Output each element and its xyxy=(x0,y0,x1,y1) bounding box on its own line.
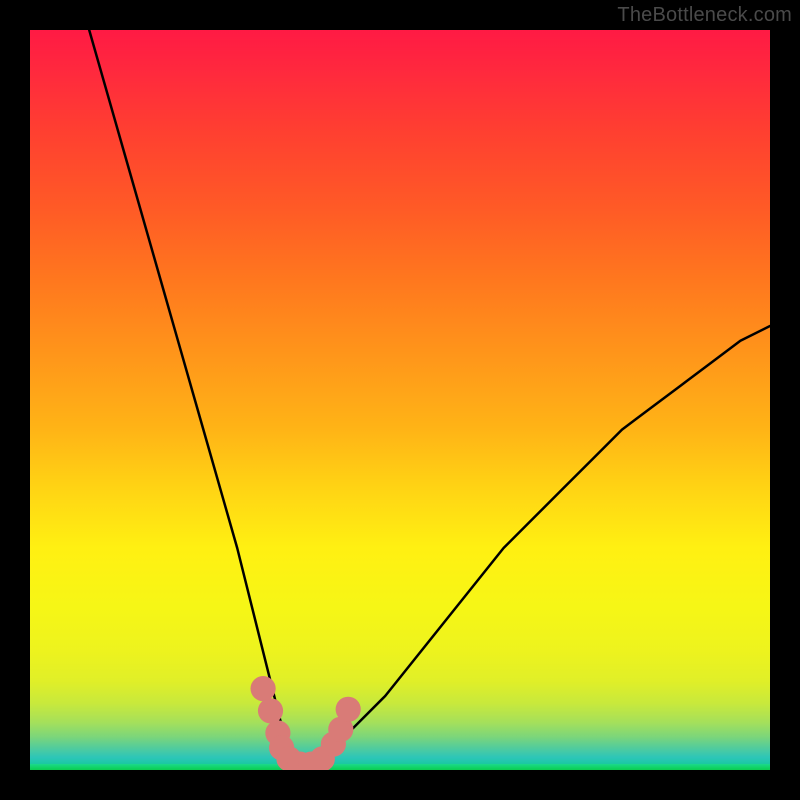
valley-marker xyxy=(251,676,276,701)
valley-marker xyxy=(258,698,283,723)
plot-area xyxy=(30,30,770,770)
valley-marker xyxy=(336,697,361,722)
curve-right-branch xyxy=(311,326,770,770)
curve-left-branch xyxy=(89,30,296,770)
curve-layer xyxy=(30,30,770,770)
watermark-text: TheBottleneck.com xyxy=(617,4,792,27)
outer-frame: TheBottleneck.com xyxy=(0,0,800,800)
